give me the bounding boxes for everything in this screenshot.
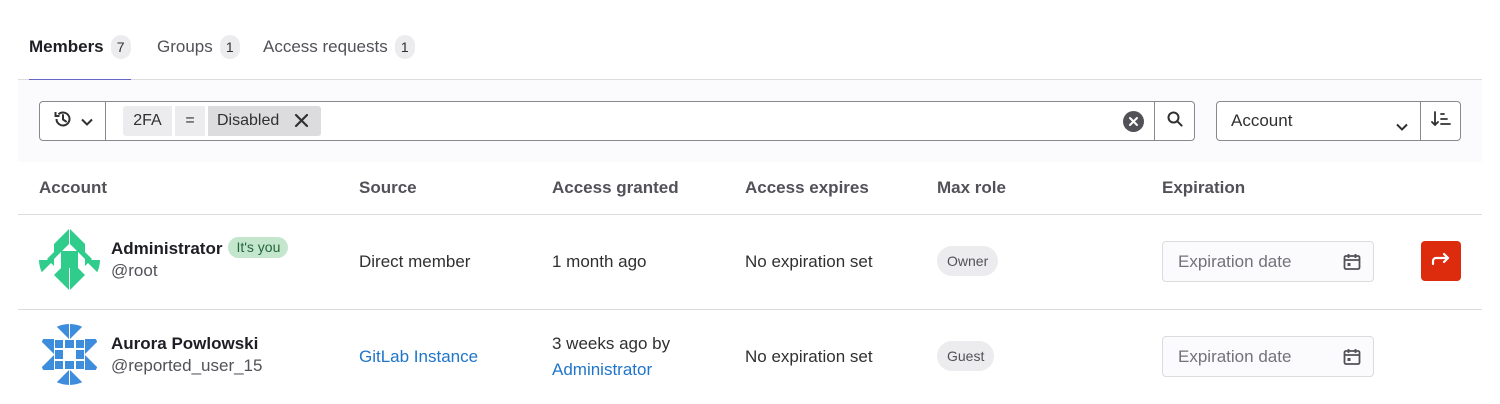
tab-access-requests[interactable]: Access requests 1 <box>263 34 415 80</box>
tab-groups-count: 1 <box>219 35 240 59</box>
max-role-badge: Owner <box>937 246 999 276</box>
chevron-down-icon <box>1396 116 1408 136</box>
tab-access-requests-label: Access requests <box>263 37 388 56</box>
member-name-label: Administrator <box>111 239 223 258</box>
table-header: Account Source Access granted Access exp… <box>18 162 1482 215</box>
member-tabs: Members 7 Groups 1 Access requests 1 <box>18 0 1482 81</box>
tab-members-count: 7 <box>110 35 131 59</box>
expiration-date-input[interactable]: Expiration date <box>1162 336 1374 377</box>
calendar-icon <box>1343 253 1361 276</box>
sort-by-dropdown[interactable]: Account <box>1216 101 1421 141</box>
close-icon[interactable] <box>294 113 309 133</box>
search-icon <box>1167 111 1183 132</box>
expiration-date-input[interactable]: Expiration date <box>1162 241 1374 282</box>
filter-token-operator[interactable]: = <box>175 106 205 136</box>
filter-bar: 2FA = Disabled Account <box>18 80 1482 162</box>
avatar[interactable] <box>39 229 100 290</box>
expiration-date-placeholder: Expiration date <box>1178 346 1292 366</box>
max-role-badge: Guest <box>937 341 995 371</box>
remove-member-button[interactable] <box>1421 241 1461 281</box>
column-header-expiration: Expiration <box>1162 178 1246 197</box>
history-icon <box>53 109 73 134</box>
member-source-link[interactable]: GitLab Instance <box>359 347 478 367</box>
recent-searches-button[interactable] <box>39 101 106 141</box>
tab-members[interactable]: Members 7 <box>29 34 131 81</box>
member-access-expires: No expiration set <box>745 252 873 271</box>
member-username: @root <box>111 261 158 280</box>
column-header-source: Source <box>359 178 417 197</box>
column-header-account: Account <box>39 178 107 197</box>
member-access-granted: 3 weeks ago by <box>552 334 671 353</box>
tab-groups-label: Groups <box>157 37 213 56</box>
avatar[interactable] <box>39 324 100 385</box>
members-table: Account Source Access granted Access exp… <box>18 162 1482 404</box>
column-header-max-role: Max role <box>937 178 1006 197</box>
sort-by-label: Account <box>1231 111 1293 130</box>
filtered-search-input[interactable]: 2FA = Disabled <box>105 101 1155 141</box>
column-header-access-granted: Access granted <box>552 178 679 197</box>
filter-token-value-label: Disabled <box>217 112 280 129</box>
sort-direction-button[interactable] <box>1420 101 1461 141</box>
table-row: Administrator It's you @root Direct membe… <box>18 215 1482 310</box>
table-row: Aurora Powlowski @reported_user_15 GitLa… <box>18 310 1482 404</box>
member-access-expires: No expiration set <box>745 347 873 366</box>
chevron-down-icon <box>80 111 93 131</box>
column-header-access-expires: Access expires <box>745 178 869 197</box>
tab-access-requests-count: 1 <box>394 35 415 59</box>
tab-members-label: Members <box>29 37 104 56</box>
tab-groups[interactable]: Groups 1 <box>157 34 240 80</box>
sort-lowest-icon <box>1430 110 1451 133</box>
member-access-granted: 1 month ago <box>552 252 647 271</box>
member-name[interactable]: Administrator It's you <box>111 237 289 259</box>
filter-token-value[interactable]: Disabled <box>208 106 321 136</box>
its-you-badge: It's you <box>228 237 289 258</box>
filter-token-field[interactable]: 2FA <box>123 106 172 136</box>
member-source: Direct member <box>359 252 471 271</box>
calendar-icon <box>1343 348 1361 371</box>
clear-icon[interactable] <box>1123 111 1144 132</box>
granted-by-link[interactable]: Administrator <box>552 360 652 380</box>
search-button[interactable] <box>1154 101 1195 141</box>
member-name[interactable]: Aurora Powlowski <box>111 334 258 354</box>
expiration-date-placeholder: Expiration date <box>1178 251 1292 271</box>
remove-member-icon <box>1431 251 1451 271</box>
member-username: @reported_user_15 <box>111 356 263 375</box>
